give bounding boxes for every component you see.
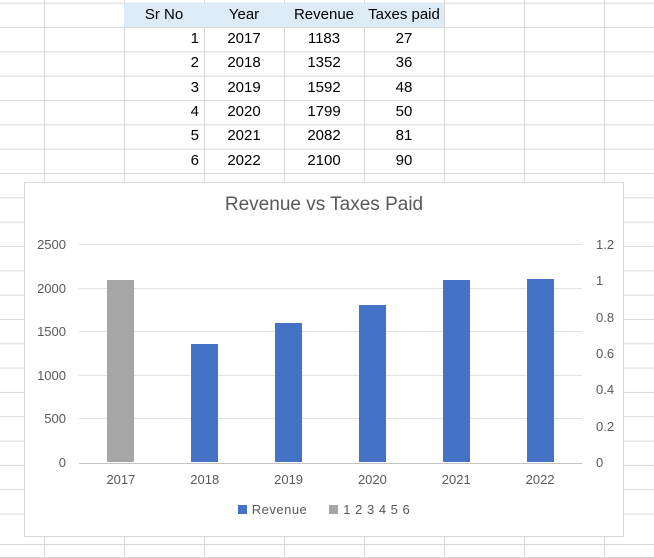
table-cell[interactable]: 2021 <box>204 124 284 148</box>
grid-row-line <box>0 544 654 545</box>
header-cell-sr-no[interactable]: Sr No <box>124 3 204 27</box>
header-cell-revenue[interactable]: Revenue <box>284 3 364 27</box>
gridline <box>79 418 582 419</box>
legend-label: 1 2 3 4 5 6 <box>343 502 410 517</box>
x-axis-label-2018: 2018 <box>175 472 235 487</box>
gridline <box>79 375 582 376</box>
bar-Revenue-2019[interactable] <box>275 323 302 462</box>
table-body: 1201711832722018135236320191592484202017… <box>124 27 444 173</box>
right-axis-labels: 00.20.40.60.811.2 <box>596 245 624 463</box>
table-cell[interactable]: 81 <box>364 124 444 148</box>
table-row: 22018135236 <box>124 51 444 75</box>
table-cell[interactable]: 1799 <box>284 100 364 124</box>
x-axis-label-2019: 2019 <box>259 472 319 487</box>
header-cell-taxes-paid[interactable]: Taxes paid <box>364 3 444 27</box>
right-axis-tick: 0.8 <box>596 310 614 325</box>
right-axis-tick: 1.2 <box>596 237 614 252</box>
table-cell[interactable]: 2018 <box>204 51 284 75</box>
table-cell[interactable]: 48 <box>364 76 444 100</box>
left-axis-tick: 1000 <box>37 368 66 383</box>
bar-123456-2017[interactable] <box>107 280 134 462</box>
table-cell[interactable]: 27 <box>364 27 444 51</box>
x-axis-label-2020: 2020 <box>342 472 402 487</box>
legend-swatch <box>238 505 247 514</box>
bar-Revenue-2018[interactable] <box>191 344 218 462</box>
table-cell[interactable]: 36 <box>364 51 444 75</box>
right-axis-tick: 1 <box>596 273 603 288</box>
gridline <box>79 331 582 332</box>
table-cell[interactable]: 1592 <box>284 76 364 100</box>
table-cell[interactable]: 1 <box>124 27 204 51</box>
table-cell[interactable]: 1183 <box>284 27 364 51</box>
table-cell[interactable]: 1352 <box>284 51 364 75</box>
left-axis-labels: 05001000150020002500 <box>25 245 66 463</box>
x-axis-labels: 2017 2018 2019 2020 2021 2022 <box>79 472 582 490</box>
left-axis-tick: 1500 <box>37 324 66 339</box>
legend-swatch <box>329 505 338 514</box>
table-cell[interactable]: 2019 <box>204 76 284 100</box>
x-axis-line <box>79 463 582 464</box>
legend-item[interactable]: Revenue <box>238 502 308 517</box>
table-cell[interactable]: 2020 <box>204 100 284 124</box>
right-axis-tick: 0 <box>596 455 603 470</box>
left-axis-tick: 2000 <box>37 281 66 296</box>
table-cell[interactable]: 2082 <box>284 124 364 148</box>
table-cell[interactable]: 90 <box>364 149 444 173</box>
table-cell[interactable]: 5 <box>124 124 204 148</box>
x-axis-label-2021: 2021 <box>426 472 486 487</box>
chart[interactable]: Revenue vs Taxes Paid 0 500 1000 1500 2000 25… <box>24 182 624 537</box>
bar-Revenue-2020[interactable] <box>359 305 386 462</box>
legend-label: Revenue <box>252 502 308 517</box>
x-axis-label-2017: 2017 <box>91 472 151 487</box>
table-cell[interactable]: 6 <box>124 149 204 173</box>
right-axis-tick: 0.6 <box>596 346 614 361</box>
chart-legend: Revenue 1 2 3 4 5 6 <box>25 502 623 517</box>
left-axis-tick: 2500 <box>37 237 66 252</box>
plot-area <box>79 245 582 463</box>
table-row: 52021208281 <box>124 124 444 148</box>
table-row: 32019159248 <box>124 76 444 100</box>
bar-Revenue-2022[interactable] <box>527 279 554 462</box>
x-axis-label-2022: 2022 <box>510 472 570 487</box>
table-row: 42020179950 <box>124 100 444 124</box>
gridline <box>79 288 582 289</box>
left-axis-tick: 500 <box>44 411 66 426</box>
table-cell[interactable]: 4 <box>124 100 204 124</box>
table-row: 62022210090 <box>124 149 444 173</box>
right-axis-tick: 0.4 <box>596 382 614 397</box>
chart-title: Revenue vs Taxes Paid <box>25 194 623 216</box>
table-header-row: Sr NoYearRevenueTaxes paid <box>124 3 444 27</box>
table-cell[interactable]: 2 <box>124 51 204 75</box>
table-cell[interactable]: 50 <box>364 100 444 124</box>
gridline <box>79 244 582 245</box>
right-axis-tick: 0.2 <box>596 419 614 434</box>
table-cell[interactable]: 3 <box>124 76 204 100</box>
table-cell[interactable]: 2022 <box>204 149 284 173</box>
legend-item[interactable]: 1 2 3 4 5 6 <box>329 502 410 517</box>
header-cell-year[interactable]: Year <box>204 3 284 27</box>
table-row: 12017118327 <box>124 27 444 51</box>
data-table: Sr NoYearRevenueTaxes paid 1201711832722… <box>124 3 444 173</box>
table-cell[interactable]: 2017 <box>204 27 284 51</box>
bar-Revenue-2021[interactable] <box>443 280 470 462</box>
left-axis-tick: 0 <box>59 455 66 470</box>
table-cell[interactable]: 2100 <box>284 149 364 173</box>
